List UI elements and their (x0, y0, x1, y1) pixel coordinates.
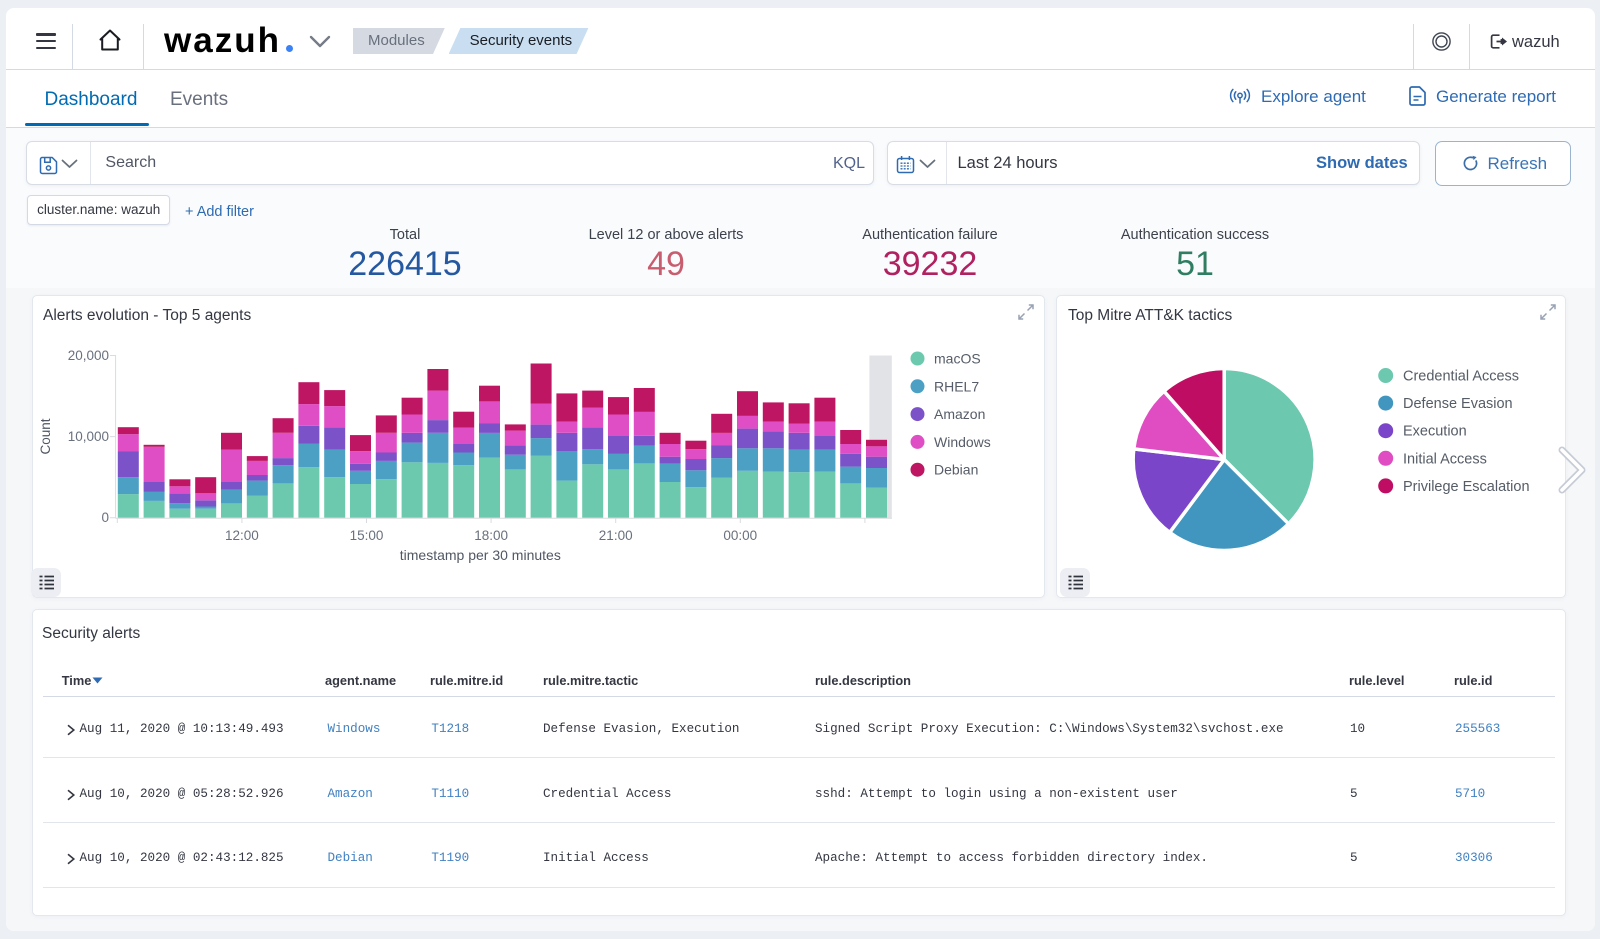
svg-text:Credential Access: Credential Access (1403, 369, 1519, 385)
svg-text:Debian: Debian (934, 462, 978, 478)
svg-text:macOS: macOS (934, 351, 981, 367)
svg-text:00:00: 00:00 (723, 528, 757, 543)
svg-text:18:00: 18:00 (474, 528, 508, 543)
svg-text:Initial Access: Initial Access (1403, 451, 1487, 467)
svg-text:0: 0 (101, 510, 109, 525)
svg-text:RHEL7: RHEL7 (934, 378, 979, 394)
svg-text:15:00: 15:00 (350, 528, 384, 543)
svg-text:Count: Count (38, 418, 53, 454)
svg-text:21:00: 21:00 (599, 528, 633, 543)
svg-text:12:00: 12:00 (225, 528, 259, 543)
svg-text:Windows: Windows (934, 434, 991, 450)
svg-text:20,000: 20,000 (68, 348, 109, 363)
svg-text:10,000: 10,000 (68, 429, 109, 444)
svg-text:Privilege Escalation: Privilege Escalation (1403, 479, 1530, 495)
svg-text:Defense Evasion: Defense Evasion (1403, 396, 1513, 412)
svg-text:timestamp per 30 minutes: timestamp per 30 minutes (400, 547, 561, 563)
svg-text:Amazon: Amazon (934, 406, 985, 422)
svg-text:Execution: Execution (1403, 424, 1467, 440)
